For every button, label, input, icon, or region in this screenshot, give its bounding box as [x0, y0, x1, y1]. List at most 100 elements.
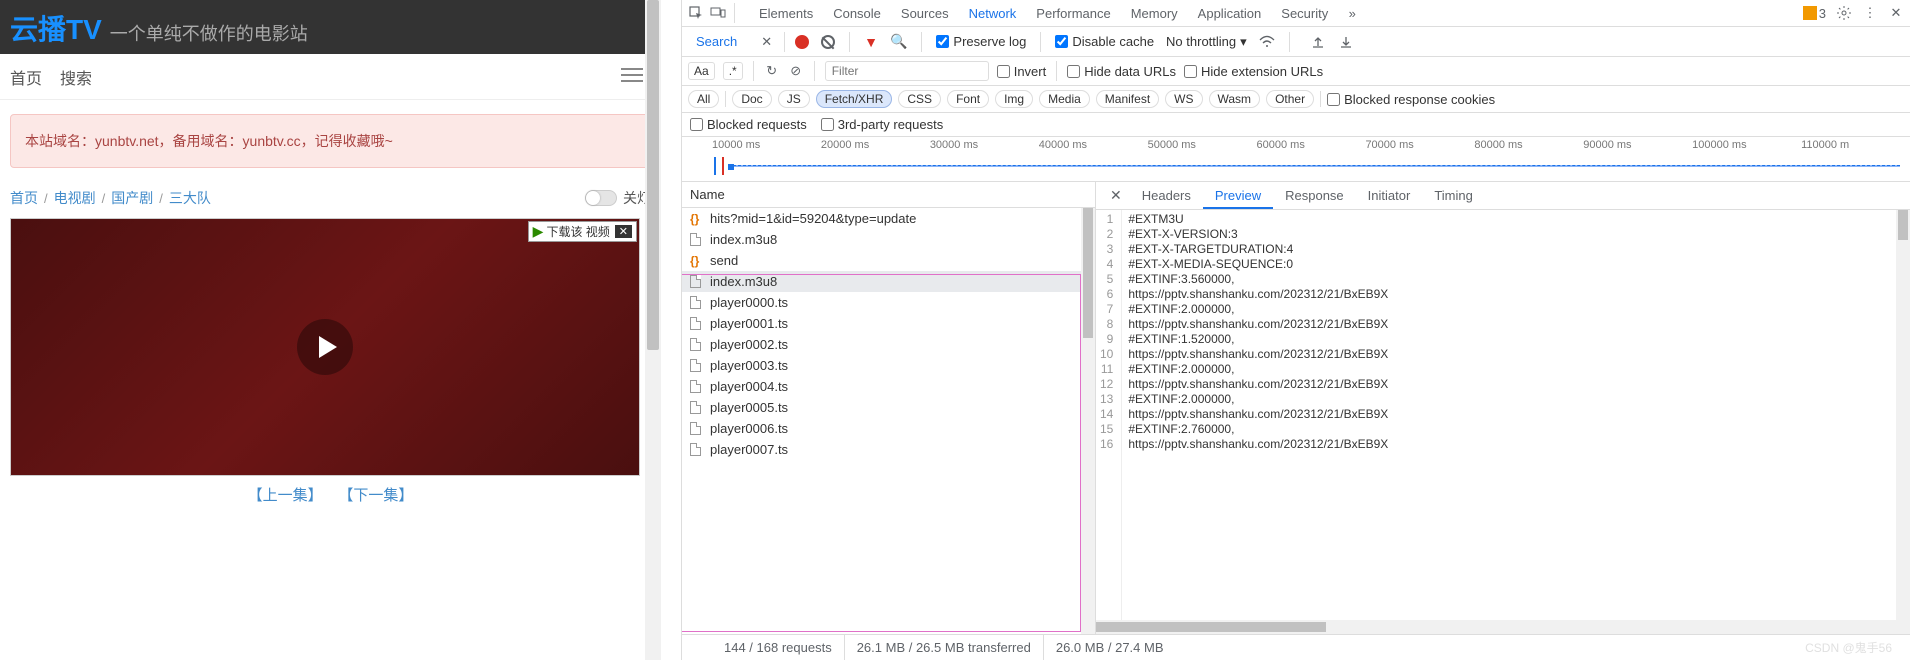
- settings-icon[interactable]: [1836, 5, 1852, 21]
- bc-domestic[interactable]: 国产剧: [111, 188, 153, 208]
- inspect-icon[interactable]: [688, 5, 704, 21]
- req-type-other[interactable]: Other: [1266, 90, 1314, 108]
- preview-tab-headers[interactable]: Headers: [1130, 184, 1203, 208]
- preview-tab-initiator[interactable]: Initiator: [1356, 184, 1423, 208]
- bc-tvshow[interactable]: 电视剧: [54, 188, 96, 208]
- timeline[interactable]: 10000 ms20000 ms30000 ms40000 ms50000 ms…: [682, 137, 1910, 182]
- blocked-requests-checkbox[interactable]: Blocked requests: [690, 117, 807, 132]
- search-icon[interactable]: 🔍: [890, 33, 907, 50]
- search-close-icon[interactable]: ✕: [751, 34, 782, 50]
- third-party-checkbox[interactable]: 3rd-party requests: [821, 117, 944, 132]
- name-column-header[interactable]: Name: [682, 182, 1095, 208]
- request-row[interactable]: {}hits?mid=1&id=59204&type=update: [682, 208, 1095, 229]
- panel-tab-sources[interactable]: Sources: [891, 2, 959, 25]
- pane-divider[interactable]: [661, 0, 681, 660]
- download-badge[interactable]: ▶ 下载该 视频 ✕: [528, 221, 637, 242]
- light-toggle[interactable]: 关灯: [585, 188, 651, 208]
- device-icon[interactable]: [710, 5, 726, 21]
- nav-search[interactable]: 搜索: [60, 55, 110, 99]
- refresh-icon[interactable]: ↻: [764, 63, 780, 79]
- panel-tab-application[interactable]: Application: [1188, 2, 1272, 25]
- network-settings-icon[interactable]: [1890, 34, 1910, 50]
- panel-tab-elements[interactable]: Elements: [749, 2, 823, 25]
- filter-input[interactable]: [825, 61, 989, 81]
- panel-tab-network[interactable]: Network: [959, 2, 1027, 25]
- request-row[interactable]: player0007.ts: [682, 439, 1095, 460]
- preview-scrollbar-h[interactable]: [1096, 620, 1896, 634]
- panel-tab-console[interactable]: Console: [823, 2, 891, 25]
- hide-ext-urls-checkbox[interactable]: Hide extension URLs: [1184, 64, 1323, 79]
- clear-icon[interactable]: [821, 35, 835, 49]
- bc-home[interactable]: 首页: [10, 188, 38, 208]
- request-row[interactable]: player0003.ts: [682, 355, 1095, 376]
- website-viewport: 云播TV 一个单纯不做作的电影站 首页 搜索 本站域名：yunbtv.net，备…: [0, 0, 661, 660]
- upload-icon[interactable]: [1310, 34, 1326, 50]
- req-type-all[interactable]: All: [688, 90, 719, 108]
- play-icon[interactable]: [297, 319, 353, 375]
- request-row[interactable]: player0005.ts: [682, 397, 1095, 418]
- request-row[interactable]: player0002.ts: [682, 334, 1095, 355]
- request-row[interactable]: index.m3u8: [682, 271, 1095, 292]
- invert-checkbox[interactable]: Invert: [997, 64, 1047, 79]
- request-name: player0000.ts: [710, 295, 788, 310]
- video-player[interactable]: ▶ 下载该 视频 ✕: [10, 218, 640, 476]
- request-row[interactable]: {}send: [682, 250, 1095, 271]
- preview-tab-response[interactable]: Response: [1273, 184, 1356, 208]
- req-type-font[interactable]: Font: [947, 90, 989, 108]
- prev-episode[interactable]: 【上一集】: [248, 487, 323, 504]
- req-type-doc[interactable]: Doc: [732, 90, 771, 108]
- record-icon[interactable]: [795, 35, 809, 49]
- clear-search-icon[interactable]: ⊘: [788, 63, 804, 79]
- throttling-select[interactable]: No throttling ▾: [1166, 34, 1247, 50]
- file-icon: [690, 359, 704, 373]
- regex-button[interactable]: .*: [723, 62, 743, 80]
- req-type-css[interactable]: CSS: [898, 90, 941, 108]
- close-preview-icon[interactable]: ✕: [1102, 187, 1130, 204]
- req-type-fetch-xhr[interactable]: Fetch/XHR: [816, 90, 893, 108]
- wifi-icon[interactable]: [1259, 34, 1275, 50]
- next-episode[interactable]: 【下一集】: [338, 487, 413, 504]
- nav-home[interactable]: 首页: [10, 55, 60, 99]
- more-tabs-icon[interactable]: »: [1344, 5, 1360, 21]
- panel-tab-security[interactable]: Security: [1271, 2, 1338, 25]
- menu-icon[interactable]: [617, 64, 647, 86]
- timeline-tick: 10000 ms: [712, 139, 821, 151]
- download-icon[interactable]: [1338, 34, 1354, 50]
- preview-text[interactable]: #EXTM3U #EXT-X-VERSION:3 #EXT-X-TARGETDU…: [1122, 210, 1394, 634]
- close-devtools-icon[interactable]: ✕: [1888, 5, 1904, 21]
- req-type-media[interactable]: Media: [1039, 90, 1090, 108]
- kebab-icon[interactable]: ⋮: [1862, 5, 1878, 21]
- filter-icon[interactable]: ▼: [864, 34, 878, 50]
- preview-content[interactable]: 12345678910111213141516 #EXTM3U #EXT-X-V…: [1096, 210, 1910, 634]
- request-scrollbar[interactable]: [1081, 208, 1095, 634]
- request-row[interactable]: player0001.ts: [682, 313, 1095, 334]
- toggle-switch[interactable]: [585, 190, 617, 206]
- close-icon[interactable]: ✕: [615, 225, 632, 238]
- bc-title[interactable]: 三大队: [169, 188, 211, 208]
- search-tab[interactable]: Search: [682, 34, 751, 49]
- preserve-log-checkbox[interactable]: Preserve log: [936, 34, 1026, 49]
- panel-tab-memory[interactable]: Memory: [1121, 2, 1188, 25]
- disable-cache-checkbox[interactable]: Disable cache: [1055, 34, 1154, 49]
- network-toolbar: Search ✕ ▼ 🔍 Preserve log Disable cache …: [682, 27, 1910, 57]
- site-logo[interactable]: 云播TV: [10, 8, 102, 48]
- match-case-button[interactable]: Aa: [688, 62, 715, 80]
- request-row[interactable]: player0006.ts: [682, 418, 1095, 439]
- blocked-cookies-checkbox[interactable]: Blocked response cookies: [1327, 92, 1495, 107]
- preview-tab-timing[interactable]: Timing: [1422, 184, 1485, 208]
- req-type-ws[interactable]: WS: [1165, 90, 1202, 108]
- hide-data-urls-checkbox[interactable]: Hide data URLs: [1067, 64, 1176, 79]
- request-row[interactable]: player0000.ts: [682, 292, 1095, 313]
- issues-indicator[interactable]: 3: [1803, 6, 1826, 21]
- request-row[interactable]: player0004.ts: [682, 376, 1095, 397]
- preview-tab-preview[interactable]: Preview: [1203, 184, 1273, 209]
- request-row[interactable]: index.m3u8: [682, 229, 1095, 250]
- req-type-js[interactable]: JS: [778, 90, 810, 108]
- req-type-wasm[interactable]: Wasm: [1209, 90, 1261, 108]
- panel-tab-performance[interactable]: Performance: [1026, 2, 1120, 25]
- req-type-manifest[interactable]: Manifest: [1096, 90, 1159, 108]
- req-type-img[interactable]: Img: [995, 90, 1033, 108]
- preview-scrollbar-v[interactable]: [1896, 210, 1910, 634]
- request-name: player0004.ts: [710, 379, 788, 394]
- page-scrollbar[interactable]: [645, 0, 661, 660]
